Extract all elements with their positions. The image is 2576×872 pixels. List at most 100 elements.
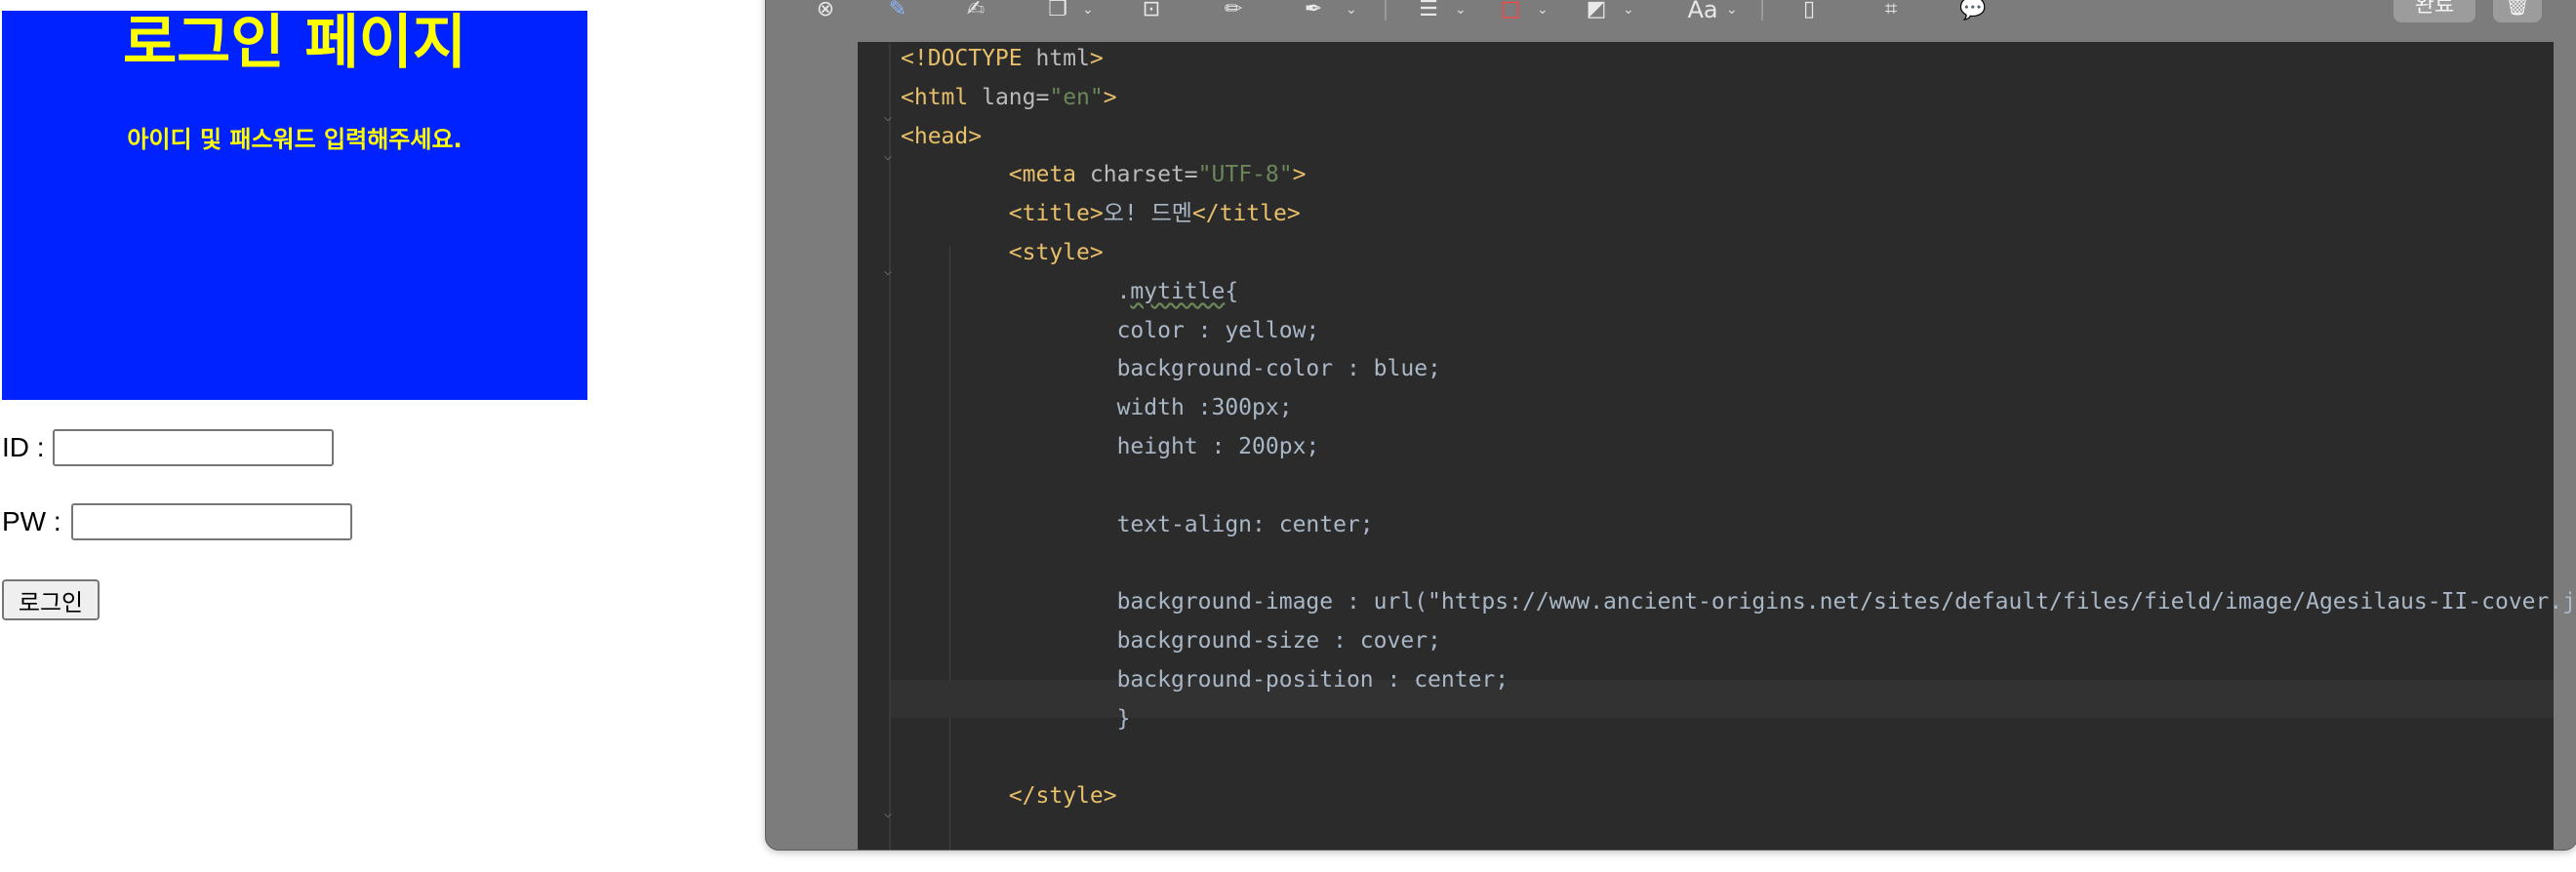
highlight-icon[interactable]: ✏ (1219, 0, 1248, 20)
code-token: <!DOCTYPE (901, 46, 1036, 71)
code-line: background-color : blue; (901, 355, 1441, 382)
code-token: <head> (901, 123, 983, 149)
code-token: text-align: center; (1116, 511, 1374, 537)
code-token: background-color : blue; (1116, 356, 1441, 382)
code-token: <meta (1008, 162, 1090, 188)
code-line: background-position : center; (901, 666, 1509, 694)
markup-toolbar: ⊗ ✎ ✍ ❐ ⌄ ⊡ ✏ ✒ ⌄ ☰ ⌄ □ ⌄ ◩ ⌄ Aa ⌄ ▯ ⌗ 💬… (766, 0, 2576, 22)
code-token: html (1035, 46, 1090, 71)
scribble-icon[interactable]: ✍ (961, 0, 990, 20)
chevron-down-icon[interactable]: ⌄ (1082, 3, 1094, 17)
code-token: 오! 드멘 (1103, 201, 1192, 227)
chevron-down-icon[interactable]: ⌄ (1623, 3, 1634, 17)
code-token: > (1089, 46, 1104, 71)
code-line: <style> (901, 239, 1104, 266)
toolbar-divider (1761, 0, 1763, 20)
page-title: 로그인 페이지 (122, 9, 467, 77)
pw-input[interactable] (70, 503, 352, 540)
code-token: width :300px; (1116, 395, 1293, 421)
code-line: background-size : cover; (901, 627, 1441, 654)
chevron-down-icon[interactable]: ⌄ (1537, 3, 1549, 17)
code-token: </title> (1191, 201, 1301, 227)
shapes-icon[interactable]: ❐ (1043, 0, 1072, 20)
code-token: } (1116, 705, 1131, 732)
comment-icon[interactable]: 💬 (1958, 0, 1988, 20)
fold-icon[interactable]: ⌵ (881, 807, 895, 820)
code-token: charset= (1089, 162, 1198, 188)
code-line: text-align: center; (901, 511, 1374, 538)
line-style-icon[interactable]: ☰ (1414, 0, 1443, 20)
id-label: ID : (2, 432, 45, 462)
code-token: background-position : center; (1116, 666, 1509, 693)
chevron-down-icon[interactable]: ⌄ (1346, 3, 1357, 17)
signature-icon[interactable]: ✒ (1299, 0, 1328, 20)
pen-icon[interactable]: ✎ (883, 0, 912, 20)
trash-icon[interactable]: 🗑 (2493, 0, 2542, 22)
chevron-down-icon[interactable]: ⌄ (1726, 3, 1738, 17)
fold-icon[interactable]: ⌵ (881, 149, 895, 163)
code-line: height : 200px; (901, 433, 1320, 460)
code-token: background-size : cover; (1116, 628, 1441, 654)
code-token: > (1292, 162, 1307, 188)
code-token: lang= (982, 84, 1050, 110)
fold-icon[interactable]: ⌵ (881, 110, 895, 124)
code-token: . (1116, 278, 1131, 304)
fill-color-icon[interactable]: ◩ (1582, 0, 1611, 20)
code-line: width :300px; (901, 394, 1293, 421)
title-banner: 로그인 페이지 아이디 및 패스워드 입력해주세요. (2, 11, 587, 400)
login-button[interactable]: 로그인 (2, 579, 100, 620)
pw-row: PW : (2, 503, 352, 540)
code-token: { (1225, 278, 1239, 304)
close-icon[interactable]: ⊗ (811, 0, 840, 20)
code-line: </style> (901, 782, 1117, 810)
crop-icon[interactable]: ⌗ (1876, 0, 1906, 20)
code-line: background-image : url("https://www.anci… (901, 588, 2576, 615)
code-token: background-image : url("https://www.anci… (1116, 589, 2576, 615)
code-line: <!DOCTYPE html> (901, 45, 1104, 72)
pw-label: PW : (2, 506, 61, 536)
code-token: "UTF-8" (1197, 162, 1293, 188)
code-line: <meta charset="UTF-8"> (901, 161, 1307, 188)
id-input[interactable] (52, 429, 334, 466)
toolbar-divider (1385, 0, 1387, 20)
code-token: > (1103, 84, 1117, 110)
code-token: height : 200px; (1116, 434, 1320, 459)
text-box-icon[interactable]: ⊡ (1137, 0, 1166, 20)
chevron-down-icon[interactable]: ⌄ (1455, 3, 1467, 17)
code-editor[interactable]: ⌵ ⌵ ⌵ ⌵ <!DOCTYPE html> <html lang="en"> <… (858, 42, 2576, 850)
code-line: .mytitle{ (901, 278, 1239, 305)
code-token: <style> (1008, 240, 1104, 265)
editor-window: ⊗ ✎ ✍ ❐ ⌄ ⊡ ✏ ✒ ⌄ ☰ ⌄ □ ⌄ ◩ ⌄ Aa ⌄ ▯ ⌗ 💬… (765, 0, 2576, 851)
rotate-icon[interactable]: ▯ (1794, 0, 1824, 20)
font-icon[interactable]: Aa (1683, 0, 1722, 21)
code-token: color : yellow; (1116, 317, 1320, 343)
border-color-icon[interactable]: □ (1496, 0, 1525, 20)
id-row: ID : (2, 429, 334, 466)
code-token: "en" (1049, 84, 1104, 110)
code-line: <title>오! 드멘</title> (901, 200, 1301, 227)
done-button[interactable]: 완료 (2394, 0, 2475, 22)
code-line: <head> (901, 123, 982, 150)
code-token: <title> (1008, 201, 1104, 227)
code-line: <html lang="en"> (901, 84, 1117, 111)
code-line: color : yellow; (901, 317, 1320, 344)
fold-icon[interactable]: ⌵ (881, 264, 895, 278)
code-token: <html (901, 84, 983, 110)
code-line: } (901, 705, 1131, 733)
code-token: </style> (1008, 783, 1117, 810)
code-token: mytitle (1130, 278, 1226, 304)
